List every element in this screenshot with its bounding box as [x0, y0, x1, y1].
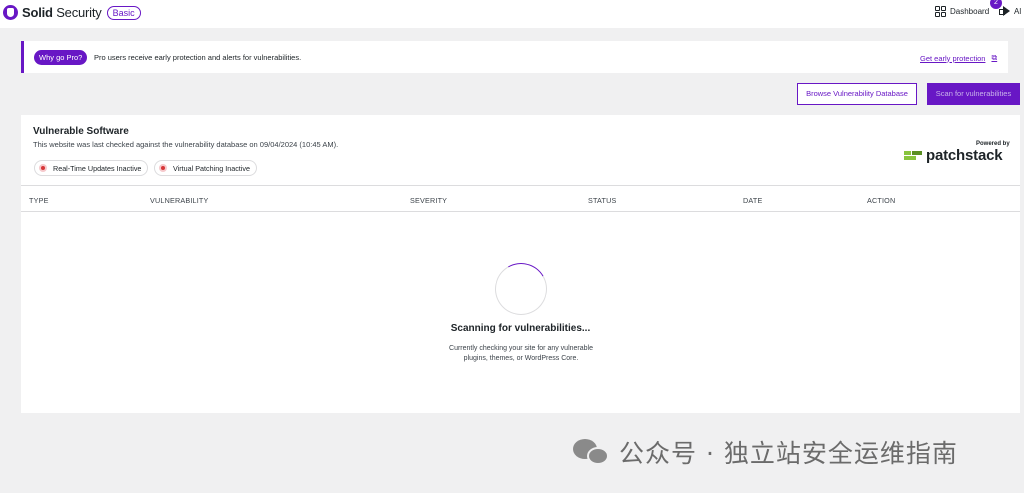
- promo-link-label: Get early protection: [920, 53, 986, 63]
- inactive-status-icon: [39, 164, 47, 172]
- wechat-icon: [573, 437, 611, 467]
- wechat-watermark: 公众号 · 独立站安全运维指南: [573, 434, 958, 470]
- column-severity: SEVERITY: [410, 196, 448, 205]
- column-action: ACTION: [867, 196, 896, 205]
- inactive-status-icon: [159, 164, 167, 172]
- chip-label: Real-Time Updates Inactive: [53, 163, 142, 173]
- pro-promo-banner: Why go Pro? Pro users receive early prot…: [21, 41, 1008, 73]
- realtime-updates-status-chip: Real-Time Updates Inactive: [34, 160, 149, 176]
- get-early-protection-link[interactable]: Get early protection ⧉: [920, 53, 997, 63]
- patchstack-icon: [904, 149, 922, 163]
- vulnerable-software-panel: Vulnerable Software This website was las…: [21, 115, 1020, 413]
- shield-logo-icon: [3, 5, 18, 20]
- why-go-pro-pill[interactable]: Why go Pro?: [34, 50, 88, 65]
- solid-security-logo[interactable]: Solid Security Basic: [3, 5, 141, 20]
- grid-icon: [935, 6, 946, 17]
- brand-name: Solid Security: [22, 5, 102, 20]
- notifications-button[interactable]: Al: [999, 6, 1021, 16]
- browse-vulnerability-database-button[interactable]: Browse Vulnerability Database: [797, 83, 917, 105]
- panel-title: Vulnerable Software: [33, 126, 129, 137]
- last-checked-text: This website was last checked against th…: [33, 140, 339, 149]
- loading-spinner-icon: [489, 257, 553, 321]
- megaphone-icon: [999, 6, 1011, 16]
- column-vulnerability: VULNERABILITY: [150, 196, 209, 205]
- column-status: STATUS: [588, 196, 617, 205]
- vulnerability-table-header: TYPE VULNERABILITY SEVERITY STATUS DATE …: [21, 185, 1020, 212]
- scanning-title: Scanning for vulnerabilities...: [450, 323, 591, 334]
- dashboard-link[interactable]: Dashboard: [935, 6, 989, 17]
- watermark-text: 公众号 · 独立站安全运维指南: [619, 439, 958, 468]
- patchstack-logo[interactable]: patchstack: [904, 147, 1003, 164]
- column-date: DATE: [743, 196, 763, 205]
- patchstack-wordmark: patchstack: [926, 147, 1003, 164]
- promo-text: Pro users receive early protection and a…: [94, 53, 302, 62]
- chip-label: Virtual Patching Inactive: [173, 163, 250, 173]
- scan-for-vulnerabilities-button[interactable]: Scan for vulnerabilities: [927, 83, 1020, 105]
- scanning-description: Currently checking your site for any vul…: [449, 345, 593, 362]
- top-bar: Solid Security Basic Dashboard Al 2: [0, 0, 1024, 28]
- virtual-patching-status-chip: Virtual Patching Inactive: [154, 160, 257, 176]
- plan-badge: Basic: [106, 5, 141, 20]
- external-link-icon: ⧉: [991, 53, 998, 62]
- notifications-label: Al: [1014, 6, 1022, 16]
- dashboard-label: Dashboard: [950, 7, 990, 16]
- column-type: TYPE: [29, 196, 49, 205]
